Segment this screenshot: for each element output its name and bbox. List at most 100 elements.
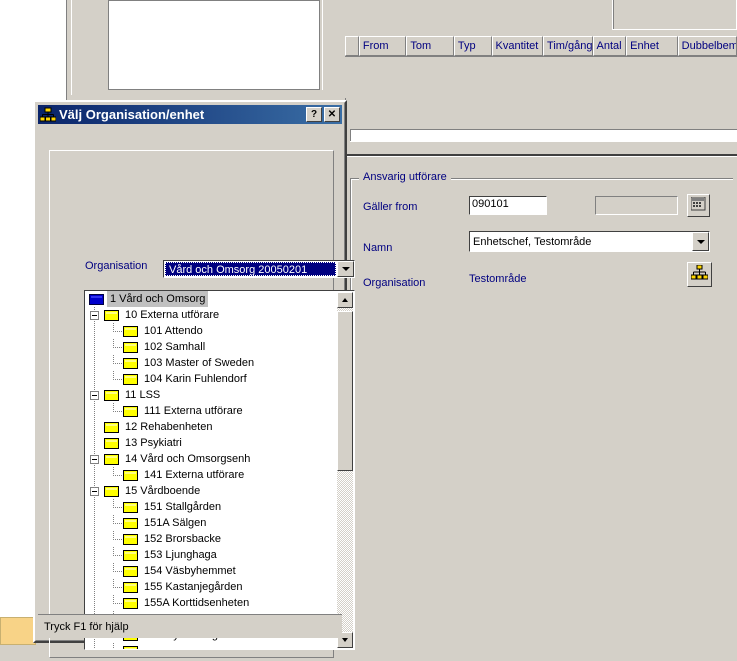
calendar-icon-button[interactable] xyxy=(687,194,710,217)
tree-node[interactable]: 15 Vårdboende xyxy=(85,483,339,499)
tree-node-label: 153 Ljunghaga xyxy=(144,549,217,561)
treeview-scrollbar[interactable] xyxy=(337,292,353,648)
tree-connector xyxy=(104,547,123,563)
chevron-down-icon[interactable] xyxy=(337,261,354,277)
yellow-node-icon xyxy=(123,565,138,577)
tree-node-label: 151 Stallgården xyxy=(144,501,222,513)
tree-node[interactable]: 153 Ljunghaga xyxy=(85,547,339,563)
dialog-statusbar: Tryck F1 för hjälp xyxy=(38,614,342,638)
left-white-strip xyxy=(0,600,34,617)
tree-collapse-toggle[interactable] xyxy=(85,451,104,467)
highlighted-grid-cell[interactable] xyxy=(0,617,36,645)
ansvarig-utforare-groupbox: Ansvarig utförare Gäller from 090101 Nam… xyxy=(350,170,733,300)
toolbar-rail xyxy=(66,0,72,95)
minus-icon[interactable] xyxy=(90,454,99,464)
tree-connector xyxy=(85,419,104,435)
thin-edit-field[interactable] xyxy=(350,129,737,141)
tree-connector xyxy=(85,467,104,483)
tree-node-label: 103 Master of Sweden xyxy=(144,357,255,369)
grid-header-cell-typ[interactable]: Typ xyxy=(453,36,492,56)
grid-header-cell-timgang[interactable]: Tim/gång xyxy=(543,36,593,56)
tree-connector xyxy=(104,467,123,483)
yellow-node-icon xyxy=(123,469,138,481)
grid-header-cell-dubbelbem[interactable]: Dubbelbem xyxy=(677,36,737,56)
yellow-node-icon xyxy=(123,341,138,353)
tree-node[interactable]: 155A Korttidsenheten xyxy=(85,595,339,611)
tree-node[interactable]: 102 Samhall xyxy=(85,339,339,355)
yellow-node-icon xyxy=(104,485,119,497)
minus-icon[interactable] xyxy=(90,486,99,496)
namn-combobox[interactable]: Enhetschef, Testområde xyxy=(469,231,710,252)
yellow-node-icon xyxy=(104,389,119,401)
tree-node[interactable]: 104 Karin Fuhlendorf xyxy=(85,371,339,387)
tree-node[interactable]: 14 Vård och Omsorgsenh xyxy=(85,451,339,467)
dialog-titlebar[interactable]: Välj Organisation/enhet ? ✕ xyxy=(38,105,342,124)
grid-header-cell-enhet[interactable]: Enhet xyxy=(626,36,678,56)
tree-collapse-toggle[interactable] xyxy=(85,387,104,403)
grid-header-cell-from[interactable]: From xyxy=(358,36,407,56)
groupbox-left-highlight xyxy=(351,179,352,300)
chevron-down-icon[interactable] xyxy=(692,232,709,251)
valj-organisation-dialog: Välj Organisation/enhet ? ✕ Organisation… xyxy=(33,100,355,658)
thin-field-shadow xyxy=(350,141,737,153)
tree-node[interactable]: 152 Brorsbacke xyxy=(85,531,339,547)
groupbox-title: Ansvarig utförare xyxy=(359,171,451,183)
tree-node-label: 10 Externa utförare xyxy=(125,309,220,321)
tree-node[interactable]: 1 Vård och Omsorg xyxy=(85,291,339,307)
minus-icon[interactable] xyxy=(90,310,99,320)
tree-node[interactable]: 103 Master of Sweden xyxy=(85,355,339,371)
organisation-treeview[interactable]: 1 Vård och Omsorg 10 Externa utförare 101 … xyxy=(84,290,355,650)
help-button[interactable]: ? xyxy=(306,107,322,122)
tree-node-label: 111 Externa utförare xyxy=(144,405,243,417)
tree-node[interactable]: 155 Kastanjegården xyxy=(85,579,339,595)
galler-from-input[interactable]: 090101 xyxy=(469,196,547,215)
tree-node[interactable]: 11 LSS xyxy=(85,387,339,403)
tree-node[interactable]: 141 Externa utförare xyxy=(85,467,339,483)
close-button[interactable]: ✕ xyxy=(324,107,340,122)
scrollbar-thumb[interactable] xyxy=(337,311,353,471)
tree-node[interactable]: 111 Externa utförare xyxy=(85,403,339,419)
yellow-node-icon xyxy=(104,437,119,449)
tree-node-label: 1 Vård och Omsorg xyxy=(107,291,209,307)
grid-header-cell-antal[interactable]: Antal xyxy=(592,36,627,56)
tree-connector xyxy=(104,563,123,579)
tree-node-label: 155A Korttidsenheten xyxy=(144,597,250,609)
app-root: From Tom Typ Kvantitet Tim/gång Antal En… xyxy=(0,0,737,661)
tree-node[interactable]: 13 Psykiatri xyxy=(85,435,339,451)
tree-collapse-toggle[interactable] xyxy=(85,307,104,323)
tree-node[interactable]: 154 Väsbyhemmet xyxy=(85,563,339,579)
tree-connector xyxy=(85,403,104,419)
yellow-node-icon xyxy=(123,373,138,385)
org-chart-icon-button[interactable] xyxy=(687,262,712,287)
tree-connector xyxy=(104,371,123,387)
grid-header-cell-tom[interactable]: Tom xyxy=(406,36,454,56)
tree-node[interactable]: 101 Attendo xyxy=(85,323,339,339)
organisation-combobox[interactable]: Vård och Omsorg 20050201 xyxy=(163,260,355,278)
tree-collapse-toggle[interactable] xyxy=(85,483,104,499)
grid-row-separator xyxy=(345,56,737,60)
scroll-up-icon-button[interactable] xyxy=(337,292,353,308)
tree-connector xyxy=(85,435,104,451)
tree-node[interactable]: 12 Rehabenheten xyxy=(85,419,339,435)
grid-header-cell[interactable] xyxy=(345,36,359,56)
tree-connector xyxy=(104,531,123,547)
tree-connector xyxy=(104,339,123,355)
tree-connector xyxy=(85,563,104,579)
panel-divider-highlight xyxy=(345,156,737,157)
galler-tom-input[interactable] xyxy=(595,196,678,215)
tree-node[interactable]: 151 Stallgården xyxy=(85,499,339,515)
tree-connector xyxy=(104,595,123,611)
tree-node[interactable]: 10 Externa utförare xyxy=(85,307,339,323)
tree-connector xyxy=(85,531,104,547)
minus-icon[interactable] xyxy=(90,390,99,400)
tree-node[interactable] xyxy=(85,643,339,649)
grid-header-cell-kvantitet[interactable]: Kvantitet xyxy=(491,36,544,56)
org-chart-icon xyxy=(39,107,57,123)
tree-node[interactable]: 151A Sälgen xyxy=(85,515,339,531)
tree-connector xyxy=(104,499,123,515)
vertical-toolbar xyxy=(77,0,182,90)
yellow-node-icon xyxy=(123,549,138,561)
client-scroll-column[interactable] xyxy=(322,0,337,90)
tree-connector xyxy=(85,371,104,387)
tree-node-label: 15 Vårdboende xyxy=(125,485,201,497)
